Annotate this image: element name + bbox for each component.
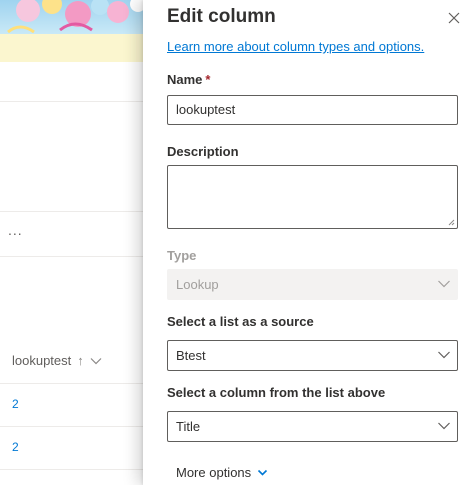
chevron-down-icon [438,351,450,359]
name-label: Name * [167,72,210,87]
description-label: Description [167,144,239,159]
more-options-label: More options [176,465,252,480]
source-column-label: Select a column from the list above [167,385,386,400]
learn-more-link[interactable]: Learn more about column types and option… [167,39,424,54]
table-cell-link[interactable]: 2 [12,440,19,454]
divider [0,426,150,427]
column-header-label: lookuptest [12,353,72,368]
table-cell-link[interactable]: 2 [12,397,19,411]
more-options-toggle[interactable]: More options [176,465,268,480]
divider [0,211,150,212]
resize-grip-icon[interactable] [448,219,455,226]
banner-illustration [7,0,146,34]
source-column-value: Title [176,419,201,434]
sort-ascending-icon: ↑ [77,353,84,368]
name-field[interactable]: lookuptest [167,95,458,125]
edit-column-panel: Edit column Learn more about column type… [143,0,476,485]
type-dropdown: Lookup [167,269,458,300]
divider [0,469,150,470]
source-list-value: Btest [176,348,206,363]
divider [0,101,150,102]
source-list-label: Select a list as a source [167,314,314,329]
chevron-down-icon [438,280,450,288]
required-mark: * [205,72,211,87]
column-header-lookuptest[interactable]: lookuptest ↑ [12,353,102,368]
close-icon [448,12,460,24]
panel-title: Edit column [167,6,276,27]
source-list-dropdown[interactable]: Btest [167,340,458,371]
name-field-value: lookuptest [176,102,236,117]
type-dropdown-value: Lookup [176,277,219,292]
type-label: Type [167,248,197,263]
description-field[interactable] [167,165,458,229]
chevron-down-icon [258,469,268,476]
notice-bar [0,34,150,62]
chevron-down-icon [438,422,450,430]
list-background: ... lookuptest ↑ 2 2 [0,0,150,485]
divider [0,256,150,257]
more-actions-icon[interactable]: ... [8,222,23,238]
close-button[interactable] [444,8,464,28]
divider [0,383,150,384]
source-column-dropdown[interactable]: Title [167,411,458,442]
name-label-text: Name [167,72,203,87]
site-banner-image [0,0,150,34]
chevron-down-icon[interactable] [90,357,102,365]
